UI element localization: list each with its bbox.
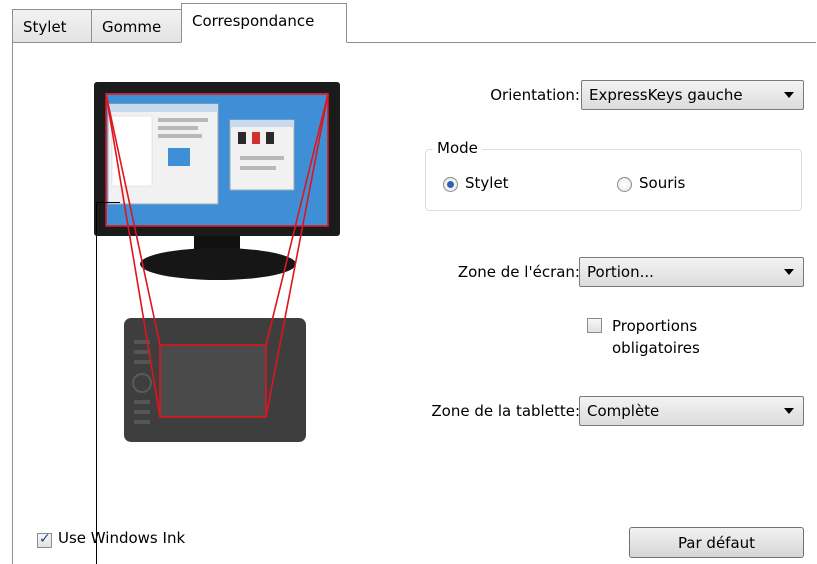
caret-down-icon [784,408,794,414]
proportions-label-line2: obligatoires [612,339,700,357]
proportions-label-line1: Proportions [612,317,698,335]
screen-area-value: Portion... [587,263,654,281]
proportions-label[interactable]: Proportions obligatoires [612,315,742,359]
callout-line [96,202,120,203]
default-button[interactable]: Par défaut [629,527,804,558]
radio-stylet[interactable] [443,177,458,192]
tab-label: Stylet [23,18,67,36]
proportions-checkbox[interactable] [587,318,602,333]
caret-down-icon [784,92,794,98]
tab-stylet[interactable]: Stylet [12,9,92,42]
caret-down-icon [784,269,794,275]
orientation-dropdown[interactable]: ExpressKeys gauche [581,80,804,110]
tab-gomme[interactable]: Gomme [91,9,182,42]
radio-souris[interactable] [617,177,632,192]
radio-souris-label[interactable]: Souris [639,174,685,192]
tablet-area-dropdown[interactable]: Complète [579,396,804,426]
windows-ink-label[interactable]: Use Windows Ink [58,529,185,547]
tab-strip: Stylet Gomme Correspondance [0,0,817,43]
tablet-area-value: Complète [587,402,660,420]
radio-stylet-label[interactable]: Stylet [465,174,509,192]
tab-panel [12,42,816,564]
orientation-label: Orientation: [490,86,580,104]
tab-label: Correspondance [192,12,315,30]
tablet-area-label: Zone de la tablette: [431,402,580,420]
callout-line [96,202,97,564]
tab-label: Gomme [102,18,162,36]
screen-area-dropdown[interactable]: Portion... [579,257,804,287]
windows-ink-checkbox[interactable] [37,531,52,548]
screen-area-label: Zone de l'écran: [457,263,580,281]
tab-correspondance[interactable]: Correspondance [181,3,347,43]
mode-group-title: Mode [433,139,482,157]
orientation-value: ExpressKeys gauche [589,86,743,104]
